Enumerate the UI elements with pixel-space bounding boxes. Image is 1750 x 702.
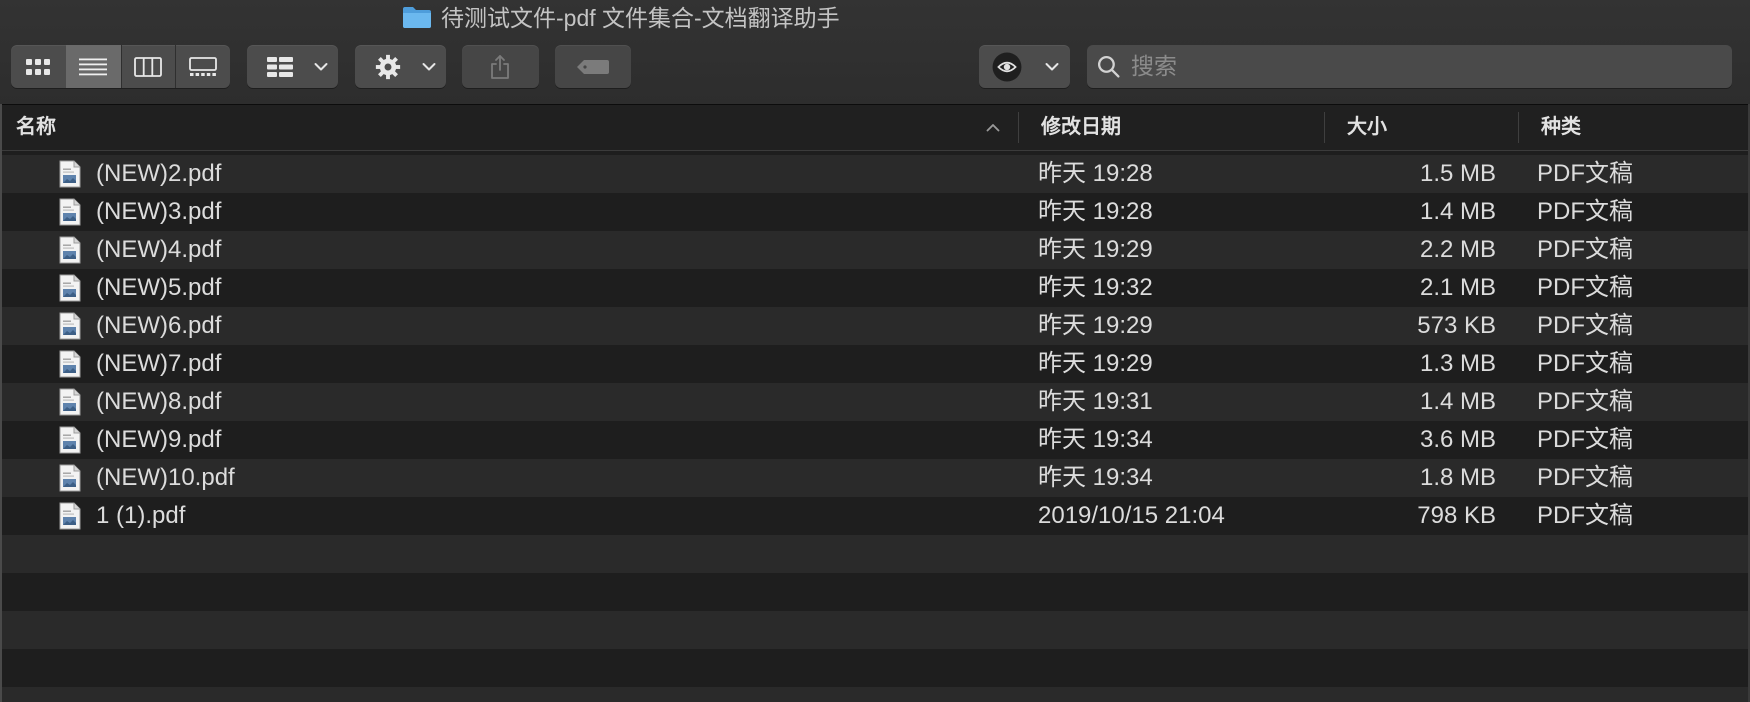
file-name: (NEW)8.pdf	[96, 388, 222, 415]
pdf-document-icon	[58, 198, 82, 226]
gallery-view-button[interactable]	[175, 45, 230, 88]
file-kind: PDF文稿	[1537, 236, 1633, 263]
file-kind: PDF文稿	[1537, 274, 1633, 301]
file-row[interactable]: (NEW)6.pdf 昨天 19:29 573 KB PDF文稿	[0, 307, 1750, 345]
pdf-document-icon	[58, 350, 82, 378]
file-row[interactable]: (NEW)8.pdf 昨天 19:31 1.4 MB PDF文稿	[0, 383, 1750, 421]
pdf-document-icon	[58, 236, 82, 264]
gear-icon	[375, 54, 401, 80]
list-view-button[interactable]	[65, 45, 121, 88]
eye-icon	[992, 52, 1022, 82]
pdf-document-icon	[58, 160, 82, 188]
file-size: 798 KB	[1417, 502, 1496, 529]
chevron-down-icon	[314, 62, 328, 71]
file-name: (NEW)5.pdf	[96, 274, 222, 301]
file-modified-date: 昨天 19:28	[1038, 198, 1153, 225]
file-row[interactable]: 1 (1).pdf 2019/10/15 21:04 798 KB PDF文稿	[0, 497, 1750, 535]
file-kind: PDF文稿	[1537, 388, 1633, 415]
window-toolbar: 待测试文件-pdf 文件集合-文档翻译助手	[0, 0, 1750, 105]
quick-look-button[interactable]	[979, 45, 1070, 88]
file-kind: PDF文稿	[1537, 312, 1633, 339]
pdf-document-icon	[58, 426, 82, 454]
chevron-down-icon	[1045, 62, 1059, 71]
file-kind: PDF文稿	[1537, 350, 1633, 377]
group-by-button[interactable]	[247, 45, 338, 88]
file-size: 1.4 MB	[1419, 198, 1496, 225]
pdf-document-icon	[58, 312, 82, 340]
file-size: 573 KB	[1417, 312, 1496, 339]
file-row[interactable]: (NEW)5.pdf 昨天 19:32 2.1 MB PDF文稿	[0, 269, 1750, 307]
file-modified-date: 昨天 19:34	[1038, 426, 1153, 453]
file-kind: PDF文稿	[1537, 502, 1633, 529]
column-view-icon	[133, 56, 162, 77]
column-header-size[interactable]: 大小	[1347, 105, 1387, 150]
icon-view-button[interactable]	[11, 45, 66, 88]
column-header-date-modified[interactable]: 修改日期	[1041, 105, 1121, 150]
file-modified-date: 昨天 19:29	[1038, 350, 1153, 377]
column-divider[interactable]	[1324, 112, 1325, 143]
file-name: (NEW)3.pdf	[96, 198, 222, 225]
file-modified-date: 昨天 19:34	[1038, 464, 1153, 491]
file-modified-date: 昨天 19:31	[1038, 388, 1153, 415]
tag-icon	[576, 59, 610, 75]
window-left-edge	[0, 104, 2, 702]
action-menu-button[interactable]	[355, 45, 446, 88]
file-size: 3.6 MB	[1419, 426, 1496, 453]
pdf-document-icon	[58, 502, 82, 530]
chevron-up-icon	[986, 123, 1000, 132]
file-kind: PDF文稿	[1537, 198, 1633, 225]
file-kind: PDF文稿	[1537, 160, 1633, 187]
share-button[interactable]	[462, 45, 539, 88]
pdf-document-icon	[58, 464, 82, 492]
file-modified-date: 昨天 19:29	[1038, 312, 1153, 339]
file-name: (NEW)6.pdf	[96, 312, 222, 339]
column-view-button[interactable]	[121, 45, 176, 88]
chevron-down-icon	[422, 62, 436, 71]
column-header-name[interactable]: 名称	[16, 105, 56, 150]
view-mode-segmented-control	[11, 45, 230, 88]
column-divider[interactable]	[1018, 112, 1019, 143]
file-row[interactable]: (NEW)4.pdf 昨天 19:29 2.2 MB PDF文稿	[0, 231, 1750, 269]
column-header-kind[interactable]: 种类	[1541, 105, 1581, 150]
folder-icon[interactable]	[402, 5, 432, 29]
file-row[interactable]: (NEW)10.pdf 昨天 19:34 1.8 MB PDF文稿	[0, 459, 1750, 497]
share-icon	[489, 54, 511, 80]
file-modified-date: 2019/10/15 21:04	[1038, 502, 1225, 529]
file-name: (NEW)7.pdf	[96, 350, 222, 377]
file-name: (NEW)4.pdf	[96, 236, 222, 263]
file-kind: PDF文稿	[1537, 426, 1633, 453]
file-name: (NEW)2.pdf	[96, 160, 222, 187]
file-modified-date: 昨天 19:29	[1038, 236, 1153, 263]
file-name: (NEW)10.pdf	[96, 464, 235, 491]
pdf-document-icon	[58, 274, 82, 302]
file-name: 1 (1).pdf	[96, 502, 186, 529]
file-size: 1.4 MB	[1419, 388, 1496, 415]
search-field[interactable]	[1087, 45, 1732, 88]
file-size: 1.5 MB	[1419, 160, 1496, 187]
icon-view-icon	[25, 57, 51, 77]
list-view-icon	[79, 57, 108, 77]
file-list[interactable]: (NEW)2.pdf 昨天 19:28 1.5 MB PDF文稿 (NEW)3.…	[0, 155, 1750, 702]
file-row[interactable]: (NEW)2.pdf 昨天 19:28 1.5 MB PDF文稿	[0, 155, 1750, 193]
window-title: 待测试文件-pdf 文件集合-文档翻译助手	[441, 5, 840, 31]
file-kind: PDF文稿	[1537, 464, 1633, 491]
search-input[interactable]	[1131, 45, 1721, 88]
file-modified-date: 昨天 19:32	[1038, 274, 1153, 301]
file-name: (NEW)9.pdf	[96, 426, 222, 453]
group-icon	[266, 56, 294, 78]
file-size: 1.3 MB	[1419, 350, 1496, 377]
gallery-view-icon	[188, 56, 217, 77]
file-modified-date: 昨天 19:28	[1038, 160, 1153, 187]
pdf-document-icon	[58, 388, 82, 416]
tag-button[interactable]	[555, 45, 631, 88]
file-row[interactable]: (NEW)7.pdf 昨天 19:29 1.3 MB PDF文稿	[0, 345, 1750, 383]
file-row[interactable]: (NEW)9.pdf 昨天 19:34 3.6 MB PDF文稿	[0, 421, 1750, 459]
file-row[interactable]: (NEW)3.pdf 昨天 19:28 1.4 MB PDF文稿	[0, 193, 1750, 231]
file-size: 1.8 MB	[1419, 464, 1496, 491]
column-header-row: 名称 修改日期 大小 种类	[0, 105, 1750, 151]
file-size: 2.1 MB	[1419, 274, 1496, 301]
search-icon	[1096, 54, 1121, 79]
column-divider[interactable]	[1518, 112, 1519, 143]
file-size: 2.2 MB	[1419, 236, 1496, 263]
